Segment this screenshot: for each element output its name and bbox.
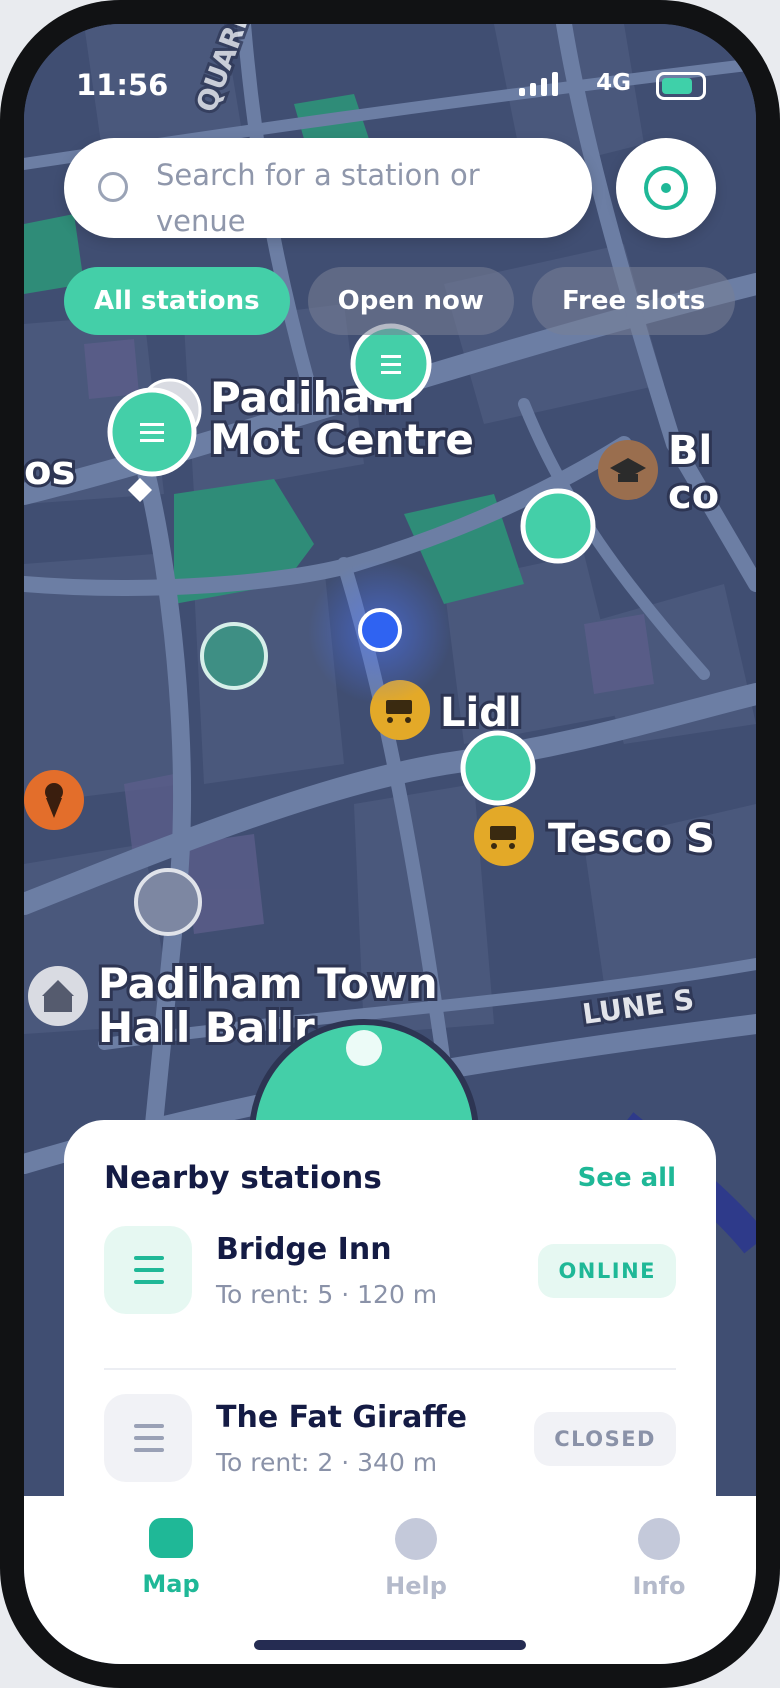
station-row[interactable]: The Fat Giraffe To rent: 2 · 340 m CLOSE…	[104, 1394, 676, 1484]
nearby-stations-sheet: Nearby stations See all Bridge Inn To re…	[64, 1120, 716, 1498]
map-label-edge-left: os	[24, 448, 75, 494]
map-label-town-hall-line2: Hall Ballr	[98, 1003, 315, 1052]
tab-info[interactable]: Info	[589, 1518, 729, 1600]
target-icon-dot	[661, 183, 671, 193]
status-bar: 11:56 4G	[24, 24, 756, 144]
filter-chip-all-stations[interactable]: All stations	[64, 267, 290, 335]
school-poi-icon	[598, 440, 658, 500]
tab-label: Help	[385, 1572, 447, 1600]
station-row[interactable]: Bridge Inn To rent: 5 · 120 m ONLINE	[104, 1226, 676, 1316]
user-location-dot	[358, 608, 402, 652]
map-label-tesco: Tesco S	[548, 816, 715, 862]
station-list-icon	[104, 1394, 192, 1482]
status-time: 11:56	[76, 68, 169, 102]
status-badge: CLOSED	[534, 1412, 676, 1466]
home-indicator	[254, 1640, 526, 1650]
search-icon	[98, 172, 128, 202]
search-placeholder[interactable]: Search for a station or venue	[156, 152, 556, 244]
tab-map[interactable]: Map	[101, 1518, 241, 1598]
battery-icon	[656, 72, 706, 100]
tab-label: Map	[142, 1570, 200, 1598]
map-label-lidl: Lidl	[440, 690, 522, 736]
signal-icon	[519, 72, 558, 96]
station-marker-dim[interactable]	[200, 622, 268, 690]
help-tab-icon	[395, 1518, 437, 1560]
nearby-title: Nearby stations	[104, 1160, 382, 1196]
town-hall-icon	[28, 966, 88, 1026]
status-badge: ONLINE	[538, 1244, 676, 1298]
locate-me-button[interactable]	[616, 138, 716, 238]
map-tab-icon	[149, 1518, 193, 1558]
station-meta: To rent: 2 · 340 m	[216, 1448, 438, 1477]
phone-frame: Padiham Mot Centre Lidl Tesco S Padiham …	[0, 0, 780, 1688]
filter-chips: All stations Open now Free slots	[64, 267, 736, 335]
station-cluster-marker[interactable]	[350, 323, 432, 405]
network-type: 4G	[596, 70, 631, 96]
station-name: Bridge Inn	[216, 1232, 392, 1267]
station-marker-closed[interactable]	[134, 868, 202, 936]
map-label-edge-right-1: Bl	[668, 428, 712, 474]
station-list-icon	[104, 1226, 192, 1314]
see-all-link[interactable]: See all	[578, 1163, 676, 1193]
tab-help[interactable]: Help	[346, 1518, 486, 1600]
station-marker[interactable]	[460, 730, 536, 806]
shopping-cart-icon	[474, 806, 534, 866]
station-meta: To rent: 5 · 120 m	[216, 1280, 438, 1309]
tab-label: Info	[632, 1572, 686, 1600]
search-bar[interactable]: Search for a station or venue	[64, 138, 592, 238]
filter-chip-free-slots[interactable]: Free slots	[531, 267, 736, 335]
tab-bar: Map Help Info	[24, 1496, 756, 1664]
map-label-edge-right-2: co	[668, 472, 719, 518]
map-label-mot-line2: Mot Centre	[210, 415, 474, 464]
info-tab-icon	[638, 1518, 680, 1560]
station-name: The Fat Giraffe	[216, 1400, 467, 1435]
screen: Padiham Mot Centre Lidl Tesco S Padiham …	[24, 24, 756, 1664]
ice-cream-icon	[24, 770, 84, 830]
filter-chip-open-now[interactable]: Open now	[307, 267, 514, 335]
station-marker[interactable]	[520, 488, 596, 564]
map-label-town-hall-line1: Padiham Town	[98, 959, 438, 1008]
row-divider	[104, 1368, 676, 1370]
